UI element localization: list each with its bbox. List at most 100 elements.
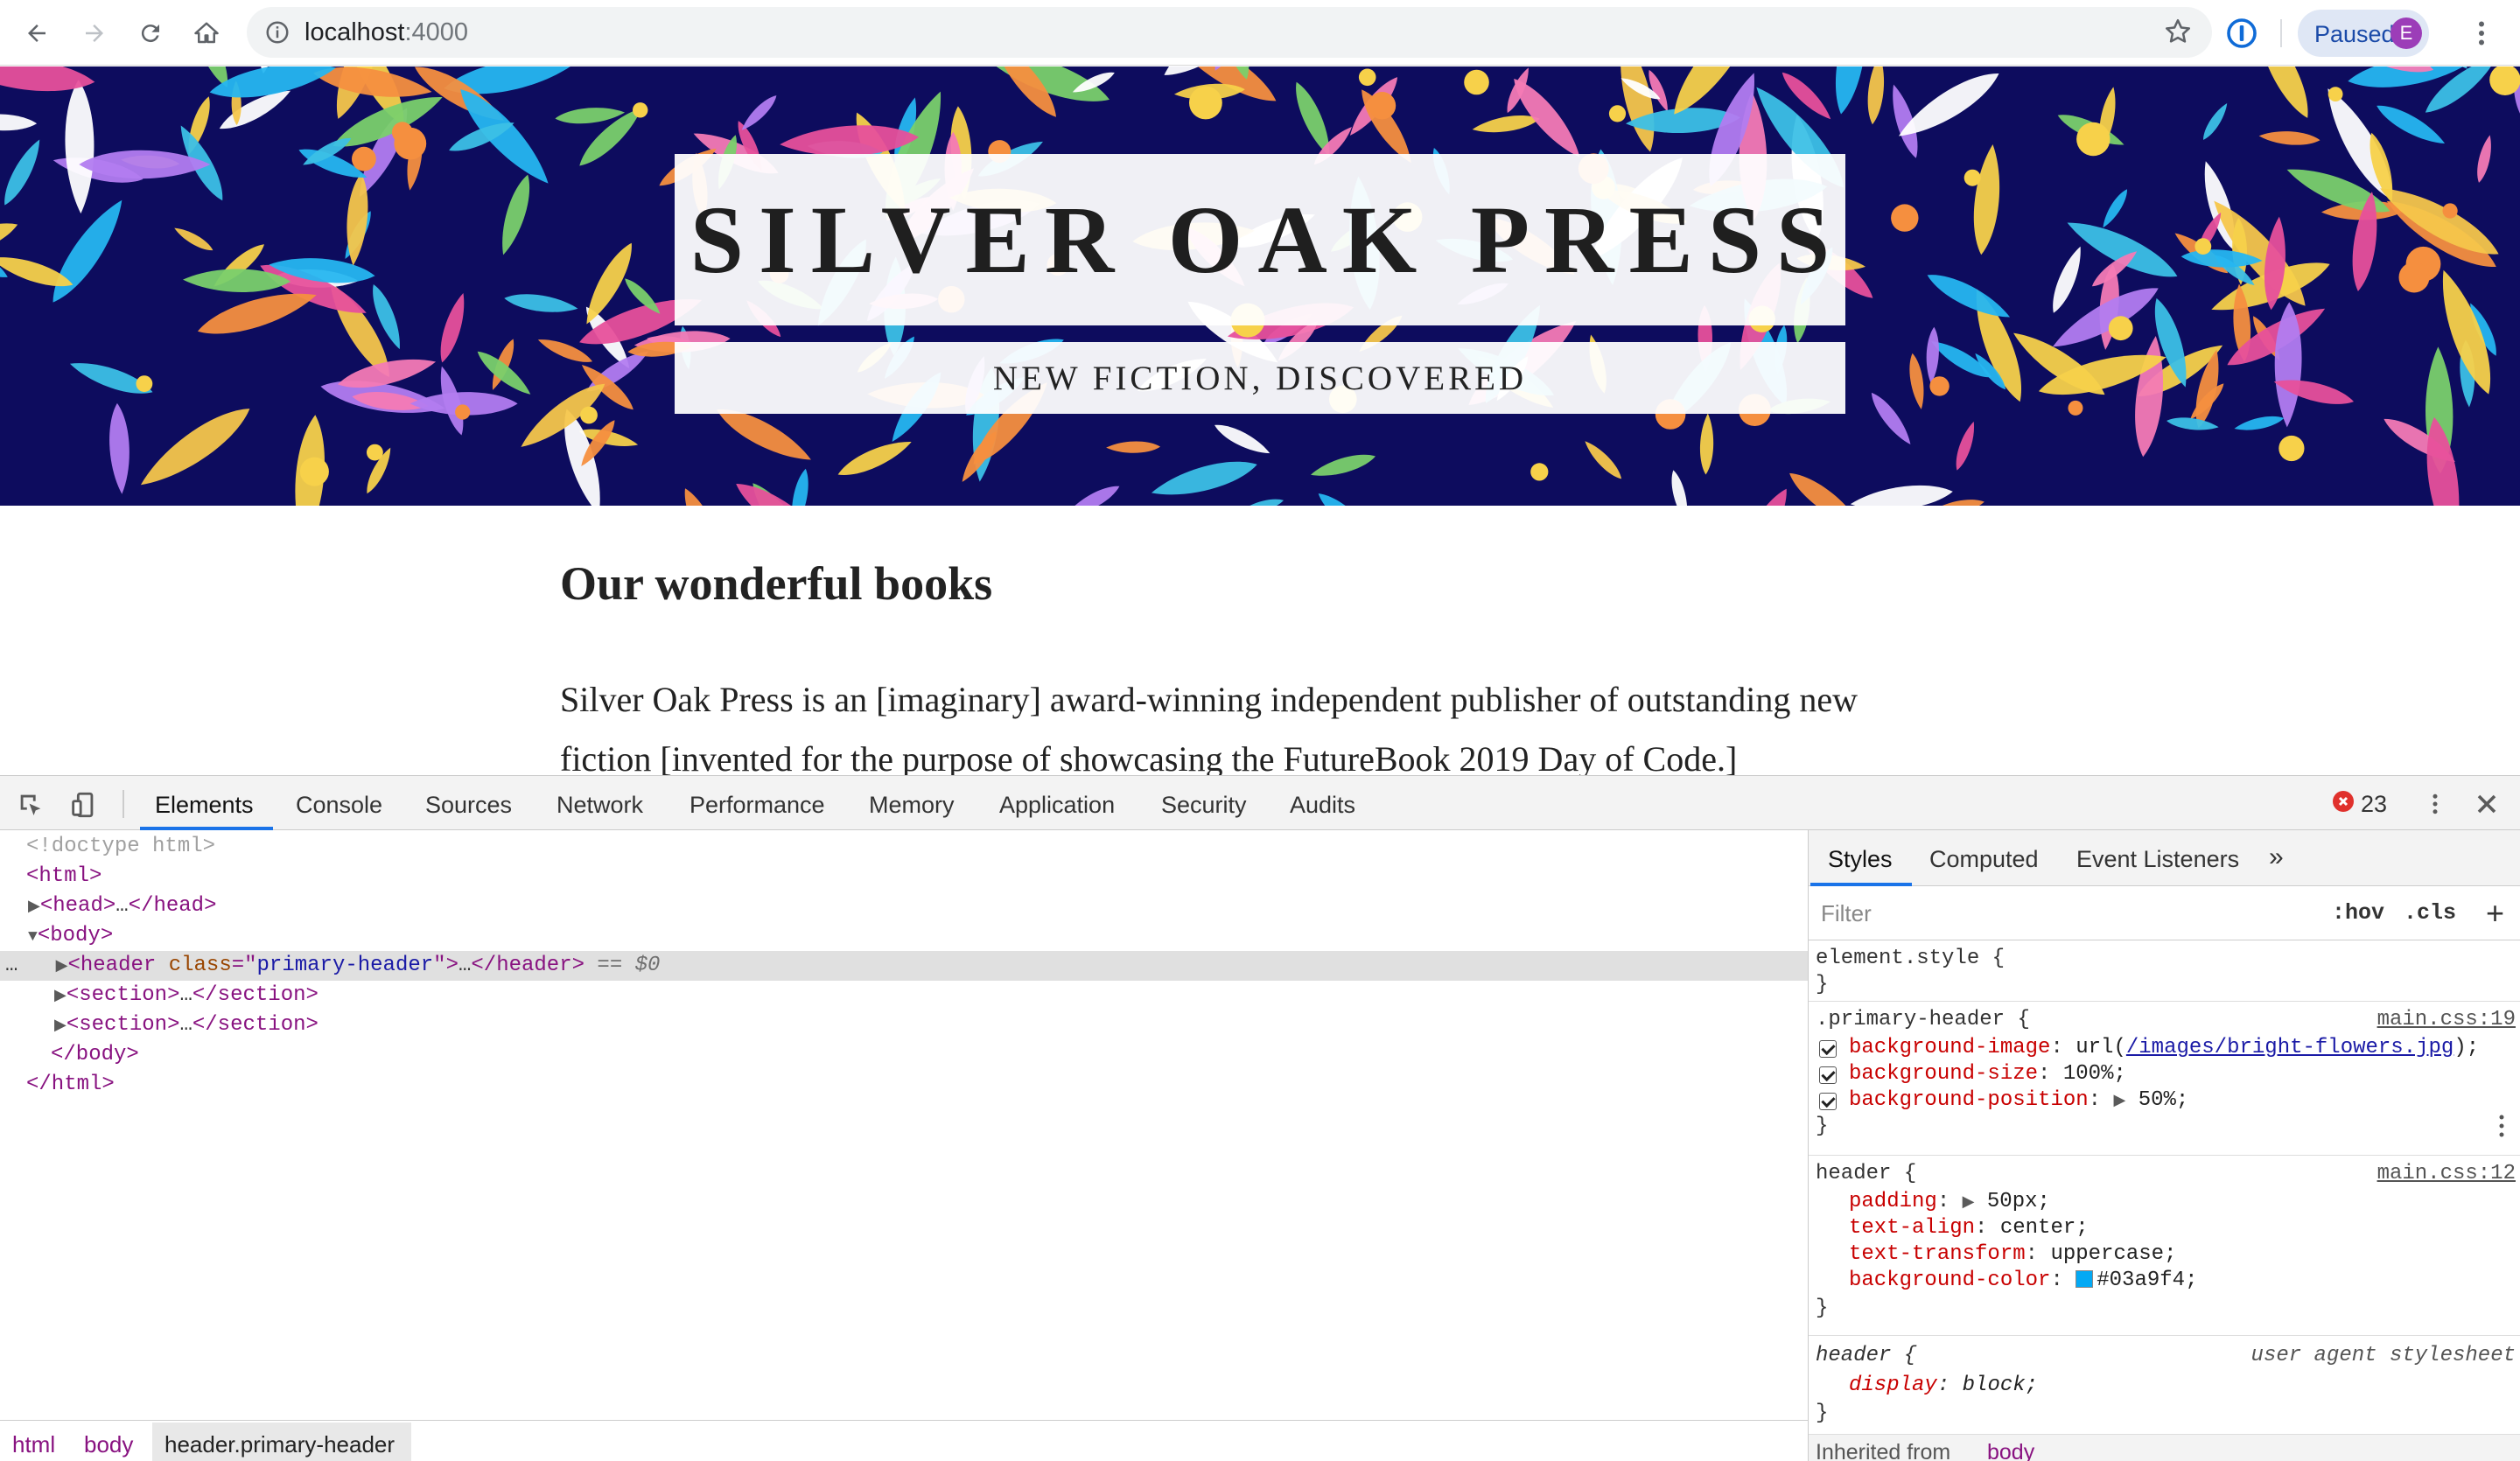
row-gutter-ellipsis[interactable]: … (5, 954, 18, 977)
breadcrumb-body[interactable]: body (84, 1431, 133, 1458)
header-open-tag: <header (67, 954, 157, 977)
inherited-header: Inherited from body (1809, 1434, 2520, 1461)
style-property[interactable]: background-position: ▶ 50%; (1849, 1087, 2188, 1114)
property-checkbox[interactable] (1819, 1066, 1837, 1084)
rule-close: } (1816, 1115, 1829, 1138)
html-open-tag: <html> (26, 864, 102, 888)
style-property[interactable]: text-transform: uppercase; (1849, 1241, 2176, 1268)
password-manager-icon[interactable] (2226, 17, 2258, 49)
breadcrumb-html[interactable]: html (12, 1431, 55, 1458)
tab-audits[interactable]: Audits (1290, 792, 1355, 819)
style-property[interactable]: text-align: center; (1849, 1215, 2089, 1241)
tagline: NEW FICTION, DISCOVERED (992, 359, 1528, 397)
color-swatch[interactable] (2076, 1270, 2094, 1288)
dom-body-close[interactable]: </body> (51, 1040, 139, 1070)
styles-sidebar: Styles Computed Event Listeners » :hov .… (1808, 830, 2520, 1461)
style-property[interactable]: background-color: #03a9f4; (1849, 1268, 2197, 1294)
rule-selector: header (1816, 1162, 1892, 1185)
styles-filter-input[interactable] (1817, 895, 2316, 932)
avatar: E (2390, 17, 2422, 49)
forward-arrow-icon[interactable] (77, 16, 112, 51)
property-checkbox[interactable] (1819, 1093, 1837, 1110)
expand-triangle-icon[interactable]: ▶ (1963, 1194, 1975, 1212)
source-link[interactable]: main.css:12 (2377, 1161, 2516, 1187)
home-icon[interactable] (189, 16, 224, 51)
back-arrow-icon[interactable] (19, 16, 54, 51)
colon: : (2025, 1242, 2039, 1266)
header-ellipsis: … (458, 954, 472, 977)
expand-triangle-icon[interactable]: ▶ (56, 958, 68, 975)
rule-selector-line[interactable]: header { (1816, 1161, 1916, 1187)
rule-primary-header: .primary-header { main.css:19 background… (1809, 1002, 2520, 1156)
section-open-tag: <section> (66, 983, 180, 1007)
dom-head[interactable]: ▶<head>…</head> (28, 891, 217, 921)
intro-section: Our wonderful books Silver Oak Press is … (560, 556, 1960, 775)
address-bar[interactable]: localhost:4000 (247, 7, 2212, 58)
browser-toolbar: localhost:4000 Paused E (0, 0, 2520, 66)
new-rule-button[interactable]: + (2486, 895, 2504, 932)
tab-elements[interactable]: Elements (155, 792, 254, 819)
kebab-menu-icon[interactable] (2466, 16, 2497, 51)
style-property[interactable]: background-image: url(/images/bright-flo… (1849, 1035, 2479, 1061)
error-icon[interactable] (2333, 791, 2354, 812)
dom-section-1[interactable]: ▶<section>…</section> (54, 981, 318, 1010)
dom-html-close[interactable]: </html> (26, 1070, 115, 1100)
expand-triangle-icon[interactable]: ▶ (2113, 1093, 2125, 1110)
reload-icon[interactable] (133, 16, 168, 51)
rule-selector-line[interactable]: element.style { (1816, 946, 2005, 972)
toolbar-divider (2280, 19, 2282, 47)
device-toolbar-icon[interactable] (68, 790, 98, 820)
inspect-element-icon[interactable] (16, 790, 46, 820)
tagline-box: NEW FICTION, DISCOVERED (675, 342, 1845, 414)
dom-doctype[interactable]: <!doctype html> (26, 832, 215, 862)
class-attribute-name: class (168, 954, 232, 977)
dom-body-open[interactable]: ▼<body> (28, 921, 113, 951)
tab-performance[interactable]: Performance (690, 792, 825, 819)
rule-menu-icon[interactable] (2491, 1110, 2512, 1142)
expand-triangle-icon[interactable]: ▶ (54, 988, 66, 1005)
tab-memory[interactable]: Memory (869, 792, 955, 819)
rule-selector-line[interactable]: header { (1816, 1343, 1916, 1369)
tab-styles[interactable]: Styles (1828, 846, 1893, 873)
property-value: uppercase; (2038, 1242, 2177, 1266)
image-url-link[interactable]: /images/bright-flowers.jpg (2126, 1036, 2454, 1059)
tab-sources[interactable]: Sources (425, 792, 512, 819)
info-icon[interactable] (264, 19, 290, 45)
url-close: ); (2454, 1036, 2480, 1059)
tab-console[interactable]: Console (296, 792, 382, 819)
dom-header[interactable]: … ▶<header class="primary-header">…</hea… (5, 951, 660, 981)
doctype-text: <!doctype html> (26, 835, 216, 858)
profile-button[interactable]: Paused E (2298, 10, 2429, 57)
style-property[interactable]: background-size: 100%; (1849, 1061, 2126, 1087)
more-tabs-icon[interactable]: » (2269, 842, 2284, 872)
breadcrumb-current[interactable]: header.primary-header (152, 1423, 411, 1461)
property-name: display (1849, 1374, 1937, 1397)
url-host: localhost (304, 18, 405, 46)
url-text[interactable]: localhost:4000 (304, 18, 468, 47)
devtools-menu-icon[interactable] (2422, 788, 2448, 820)
tab-security[interactable]: Security (1161, 792, 1247, 819)
tab-event-listeners[interactable]: Event Listeners (2076, 846, 2239, 873)
class-toggle-button[interactable]: .cls (2404, 900, 2456, 926)
source-link[interactable]: main.css:19 (2377, 1007, 2516, 1033)
styles-filter-row: :hov .cls + (1809, 886, 2520, 940)
inherited-target-link[interactable]: body (1987, 1440, 2034, 1461)
expand-triangle-icon[interactable]: ▶ (28, 898, 40, 916)
close-icon[interactable] (2471, 788, 2502, 820)
dom-section-2[interactable]: ▶<section>…</section> (54, 1010, 318, 1040)
style-property[interactable]: padding: ▶ 50px; (1849, 1189, 2050, 1215)
rule-selector-line[interactable]: .primary-header { (1816, 1007, 2030, 1033)
style-property[interactable]: display: block; (1849, 1373, 2038, 1399)
tab-network[interactable]: Network (556, 792, 643, 819)
error-count[interactable]: 23 (2361, 791, 2387, 818)
collapse-triangle-icon[interactable]: ▼ (28, 928, 38, 946)
tab-application[interactable]: Application (999, 792, 1115, 819)
star-icon[interactable] (2163, 17, 2193, 46)
hover-state-button[interactable]: :hov (2332, 900, 2384, 926)
dom-html-open[interactable]: <html> (26, 862, 102, 891)
devtools-tab-bar: Elements Console Sources Network Perform… (0, 776, 2520, 830)
property-checkbox[interactable] (1819, 1040, 1837, 1058)
expand-triangle-icon[interactable]: ▶ (54, 1017, 66, 1035)
rule-close: } (1816, 973, 1829, 996)
tab-computed[interactable]: Computed (1929, 846, 2039, 873)
